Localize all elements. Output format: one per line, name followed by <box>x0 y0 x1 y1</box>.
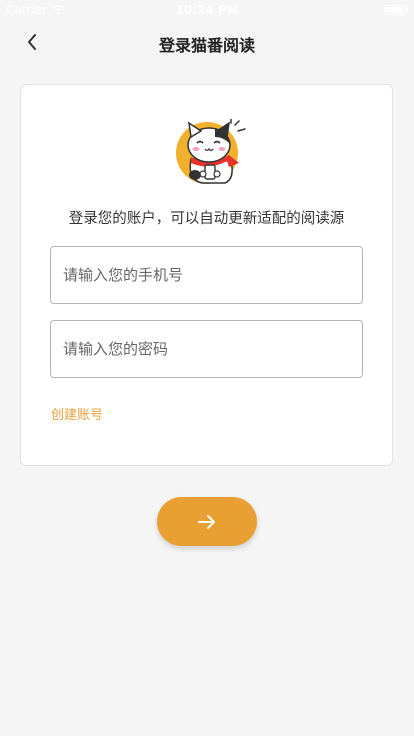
arrow-right-icon <box>198 514 215 529</box>
status-time: 10:24 PM <box>175 3 239 17</box>
login-subtitle: 登录您的账户，可以自动更新适配的阅读源 <box>68 211 345 227</box>
login-card: 登录您的账户，可以自动更新适配的阅读源 创建账号 <box>20 84 393 466</box>
page-title: 登录猫番阅读 <box>158 36 255 55</box>
battery-icon <box>384 5 408 15</box>
phone-input[interactable] <box>50 246 363 304</box>
create-account-link[interactable]: 创建账号 <box>51 404 103 423</box>
navigation-bar: 登录猫番阅读 <box>0 20 414 64</box>
password-input[interactable] <box>50 320 363 378</box>
status-bar: Carrier 10:24 PM <box>0 0 414 20</box>
cat-mascot-logo <box>176 119 246 184</box>
submit-button[interactable] <box>157 497 257 546</box>
